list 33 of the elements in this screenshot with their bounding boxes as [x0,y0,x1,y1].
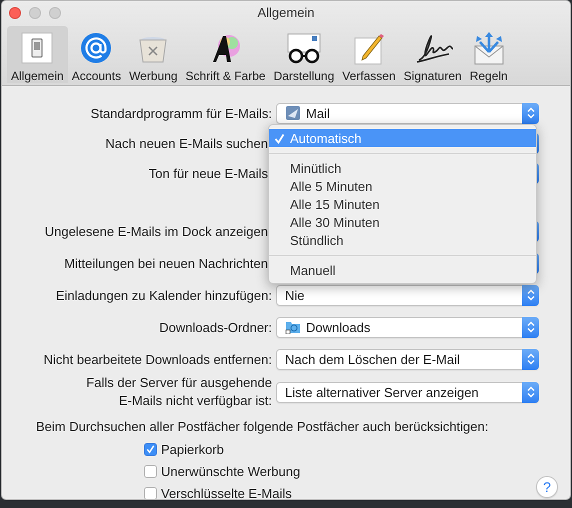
toolbar-tab[interactable]: Werbung [125,26,182,83]
setting-label: Ungelesene E-Mails im Dock anzeigen [44,224,269,238]
window-title: Allgemein [257,4,315,22]
menu-item[interactable]: Stündlich [269,231,536,249]
setting-label: Falls der Server für ausgehende E-Mails nicht verfügbar ist: [85,374,273,410]
menu-item[interactable]: Manuell [269,261,536,279]
setting-label: Mitteilungen bei neuen Nachrichten [63,256,269,270]
dropdown[interactable]: Downloads [276,316,539,338]
checkbox-label: Verschlüsselte E-Mails [161,486,292,499]
setting-label: Ton für neue E-Mails [148,166,269,180]
checkbox-label: Papierkorb [161,442,224,456]
toolbar-tab[interactable]: Regeln [466,26,512,83]
setting-label: Nicht bearbeitete Downloads entfernen: [42,352,273,366]
checkbox-label: Unerwünschte Werbung [161,464,300,478]
setting-label: Einladungen zu Kalender hinzufügen: [54,288,273,302]
help-button[interactable]: ? [536,476,558,498]
toolbar-tab[interactable]: Darstellung [270,26,338,83]
menu-item[interactable]: Alle 15 Minuten [269,195,536,213]
toolbar-tab[interactable]: Schrift & Farbe [182,26,270,83]
setting-label: Nach neuen E-Mails suchen [104,136,269,150]
dropdown[interactable]: Nach dem Löschen der E-Mail [276,348,539,370]
section-heading: Beim Durchsuchen aller Postfächer folgende Postfächer auch berücksichtigen: [36,419,490,434]
setting-label: Standardprogramm für E-Mails: [90,106,273,120]
menu-item[interactable]: Alle 5 Minuten [269,177,536,195]
menu-item[interactable]: Alle 30 Minuten [269,213,536,231]
dropdown[interactable]: Nie [276,284,539,306]
toolbar-tab[interactable]: Verfassen [338,26,400,83]
toolbar-tab[interactable]: Accounts [68,26,126,83]
toolbar-tab[interactable]: Allgemein [7,26,68,83]
dropdown[interactable]: Mail [276,102,539,124]
dropdown[interactable]: Liste alternativer Server anzeigen [276,382,539,402]
setting-label: Downloads-Ordner: [158,320,273,334]
toolbar-tab[interactable]: Signaturen [400,26,466,83]
